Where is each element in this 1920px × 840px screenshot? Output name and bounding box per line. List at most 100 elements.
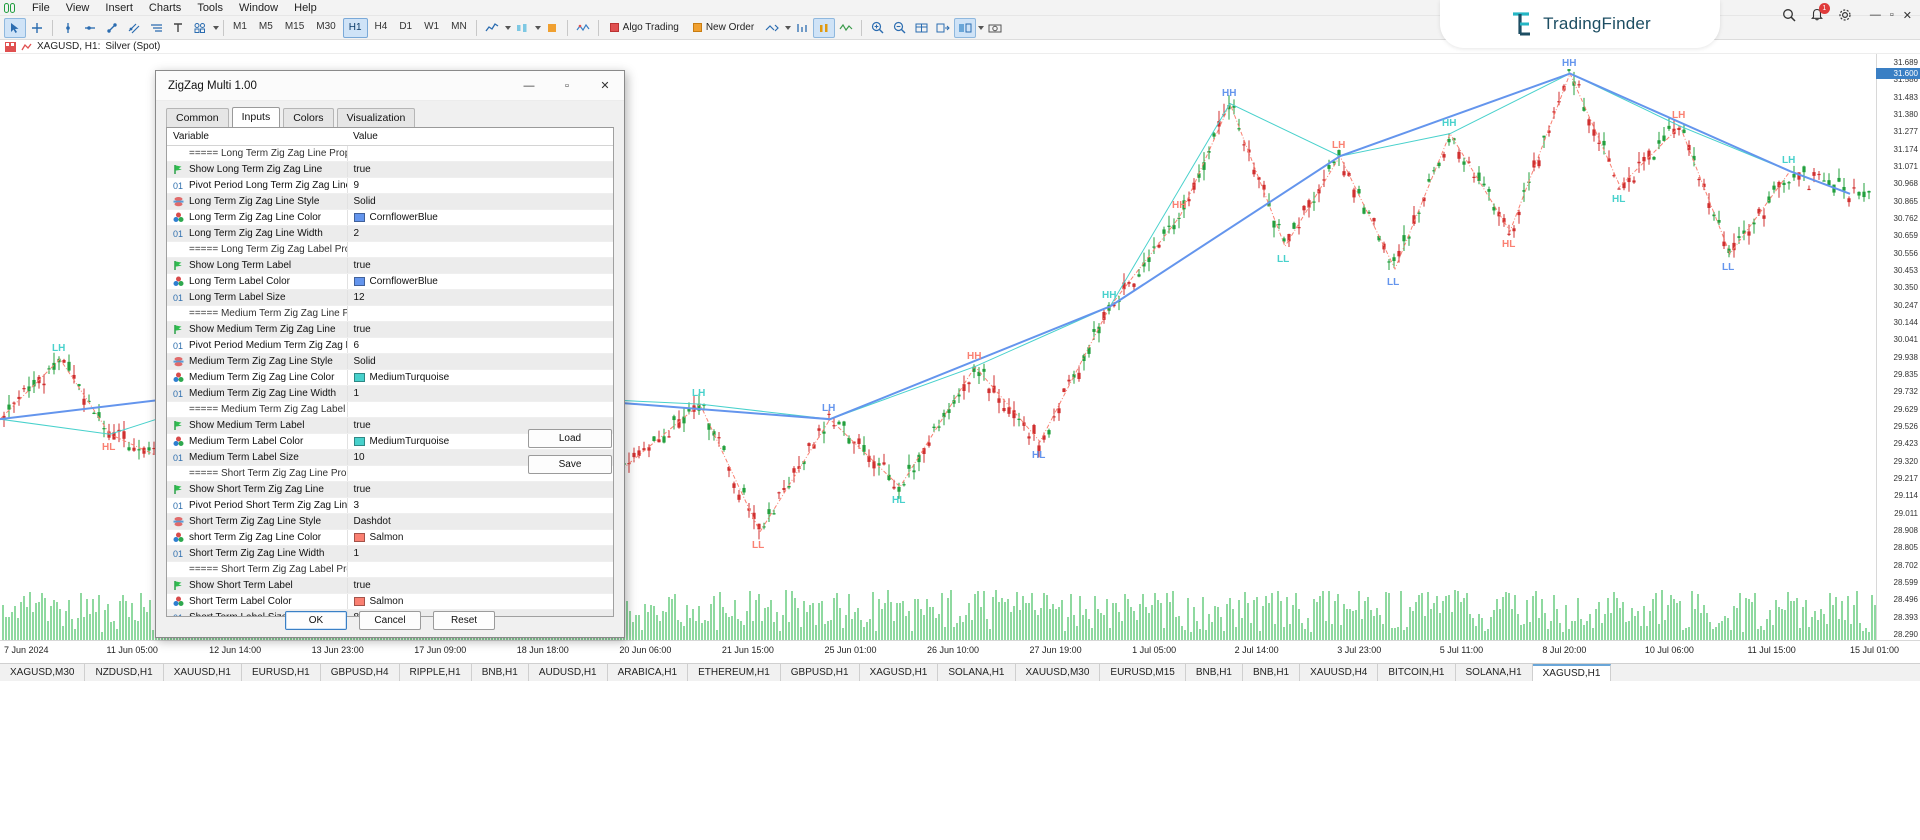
dialog-maximize-button[interactable]: ▫ (548, 71, 586, 100)
symbol-tab[interactable]: BITCOIN,H1 (1378, 664, 1455, 681)
line-chart-button[interactable] (481, 18, 503, 38)
shapes-tool[interactable] (189, 18, 211, 38)
input-value-cell[interactable]: true (347, 578, 613, 594)
window-close-button[interactable]: ✕ (1903, 9, 1912, 22)
input-row[interactable]: Medium Term Zig Zag Line StyleSolid (167, 354, 613, 370)
input-row[interactable]: 01Long Term Zig Zag Line Width2 (167, 226, 613, 242)
input-row[interactable]: ===== Long Term Zig Zag Label Propertis.… (167, 242, 613, 258)
input-value-cell[interactable]: Solid (347, 194, 613, 210)
input-row[interactable]: Long Term Zig Zag Line ColorCornflowerBl… (167, 210, 613, 226)
input-value-cell[interactable]: true (347, 162, 613, 178)
input-value-cell[interactable]: 12 (347, 290, 613, 306)
reset-button[interactable]: Reset (433, 611, 495, 630)
input-row[interactable]: 01Pivot Period Medium Term Zig Zag Line6 (167, 338, 613, 354)
timeframe-M15[interactable]: M15 (280, 18, 309, 38)
dialog-tab-visualization[interactable]: Visualization (337, 108, 416, 128)
symbol-tab[interactable]: XAGUSD,M30 (0, 664, 85, 681)
timeframe-D1[interactable]: D1 (394, 18, 417, 38)
symbol-tab[interactable]: BNB,H1 (1186, 664, 1243, 681)
input-row[interactable]: 01Medium Term Zig Zag Line Width1 (167, 386, 613, 402)
symbol-tab[interactable]: XAUUSD,H1 (164, 664, 242, 681)
dialog-tab-common[interactable]: Common (166, 108, 229, 128)
symbol-tab[interactable]: NZDUSD,H1 (85, 664, 163, 681)
new-order-button[interactable]: New Order (686, 19, 761, 36)
menu-item-tools[interactable]: Tools (189, 0, 231, 16)
crosshair-tool[interactable] (26, 18, 48, 38)
symbol-tab[interactable]: SOLANA,H1 (938, 664, 1015, 681)
zoom-out-button[interactable] (888, 18, 910, 38)
inputs-grid[interactable]: Variable Value ===== Long Term Zig Zag L… (166, 127, 614, 617)
input-row[interactable]: short Term Zig Zag Line ColorSalmon (167, 530, 613, 546)
dialog-minimize-button[interactable]: — (510, 71, 548, 100)
timeframe-H1[interactable]: H1 (343, 18, 368, 38)
timeframe-M5[interactable]: M5 (254, 18, 278, 38)
symbol-tab[interactable]: XAUUSD,M30 (1016, 664, 1101, 681)
input-value-cell[interactable]: 1 (347, 546, 613, 562)
input-row[interactable]: 01Long Term Label Size12 (167, 290, 613, 306)
new-window-button[interactable] (932, 18, 954, 38)
tile-windows-button[interactable] (910, 18, 932, 38)
save-button[interactable]: Save (528, 455, 612, 474)
timeframe-MN[interactable]: MN (446, 18, 472, 38)
input-row[interactable]: ===== Short Term Zig Zag Label Properti.… (167, 562, 613, 578)
price-scale[interactable]: 31.68931.58631.48331.38031.27731.17431.0… (1876, 54, 1920, 640)
chart-type-caret-icon[interactable] (505, 26, 511, 30)
menu-item-window[interactable]: Window (231, 0, 286, 16)
gear-icon[interactable] (1836, 6, 1854, 24)
candlestick-chart-button[interactable] (511, 18, 533, 38)
input-row[interactable]: ===== Long Term Zig Zag Line Propertise.… (167, 146, 613, 162)
input-value-cell[interactable] (347, 402, 613, 418)
menu-item-charts[interactable]: Charts (141, 0, 189, 16)
input-value-cell[interactable]: 1 (347, 386, 613, 402)
input-row[interactable]: Show Short Term Labeltrue (167, 578, 613, 594)
window-maximize-button[interactable]: ▫ (1890, 9, 1894, 22)
input-value-cell[interactable]: Salmon (347, 530, 613, 546)
autoscroll-button[interactable] (761, 18, 783, 38)
dialog-close-button[interactable]: ✕ (586, 71, 624, 100)
input-row[interactable]: Show Medium Term Zig Zag Linetrue (167, 322, 613, 338)
symbol-tab[interactable]: ARABICA,H1 (608, 664, 688, 681)
input-row[interactable]: 01Pivot Period Short Term Zig Zag Line3 (167, 498, 613, 514)
menu-item-insert[interactable]: Insert (97, 0, 141, 16)
input-value-cell[interactable]: 3 (347, 498, 613, 514)
zoom-in-button[interactable] (866, 18, 888, 38)
input-value-cell[interactable] (347, 562, 613, 578)
symbol-tab[interactable]: XAGUSD,H1 (860, 664, 939, 681)
input-value-cell[interactable]: CornflowerBlue (347, 274, 613, 290)
volumes-button[interactable] (813, 18, 835, 38)
ok-button[interactable]: OK (285, 611, 347, 630)
shapes-dropdown-caret-icon[interactable] (213, 26, 219, 30)
symbol-tab[interactable]: XAGUSD,H1 (1533, 664, 1612, 681)
input-value-cell[interactable] (347, 306, 613, 322)
chart-shift-button[interactable] (791, 18, 813, 38)
dialog-tab-colors[interactable]: Colors (283, 108, 333, 128)
input-value-cell[interactable]: MediumTurquoise (347, 370, 613, 386)
input-value-cell[interactable]: 9 (347, 178, 613, 194)
menu-item-help[interactable]: Help (286, 0, 325, 16)
symbol-tab[interactable]: BNB,H1 (472, 664, 529, 681)
input-row[interactable]: ===== Medium Term Zig Zag Label Prope... (167, 402, 613, 418)
trendline-tool[interactable] (101, 18, 123, 38)
timeframe-M30[interactable]: M30 (311, 18, 340, 38)
cursor-tool[interactable] (4, 18, 26, 38)
symbol-tab[interactable]: SOLANA,H1 (1456, 664, 1533, 681)
load-button[interactable]: Load (528, 429, 612, 448)
input-row[interactable]: Show Long Term Labeltrue (167, 258, 613, 274)
input-value-cell[interactable]: Solid (347, 354, 613, 370)
input-value-cell[interactable] (347, 242, 613, 258)
search-icon[interactable] (1780, 6, 1798, 24)
zigzag-settings-dialog[interactable]: ZigZag Multi 1.00 — ▫ ✕ CommonInputsColo… (155, 70, 625, 638)
input-value-cell[interactable]: 2 (347, 226, 613, 242)
symbol-tab[interactable]: XAUUSD,H4 (1300, 664, 1378, 681)
input-row[interactable]: Short Term Zig Zag Line StyleDashdot (167, 514, 613, 530)
screenshot-button[interactable] (984, 18, 1006, 38)
input-value-cell[interactable]: 6 (347, 338, 613, 354)
symbol-tab[interactable]: ETHEREUM,H1 (688, 664, 781, 681)
candle-caret-icon[interactable] (535, 26, 541, 30)
input-row[interactable]: 01Pivot Period Long Term Zig Zag Line9 (167, 178, 613, 194)
bell-icon[interactable]: 1 (1808, 6, 1826, 24)
input-row[interactable]: Show Short Term Zig Zag Linetrue (167, 482, 613, 498)
dialog-titlebar[interactable]: ZigZag Multi 1.00 — ▫ ✕ (156, 71, 624, 101)
menu-item-file[interactable]: File (24, 0, 58, 16)
input-row[interactable]: ===== Medium Term Zig Zag Line Propert..… (167, 306, 613, 322)
